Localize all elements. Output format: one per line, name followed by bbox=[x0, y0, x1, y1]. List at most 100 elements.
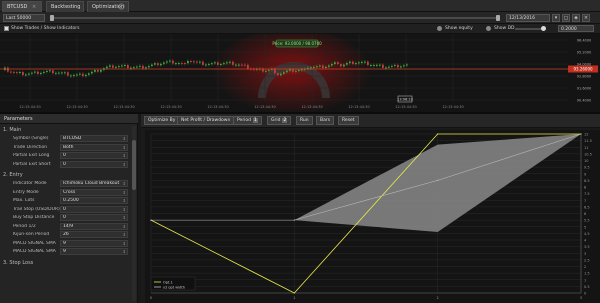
candle bbox=[49, 70, 51, 72]
show-trades-checkbox[interactable] bbox=[4, 26, 9, 31]
parameters-scrollbar-thumb[interactable] bbox=[132, 140, 136, 190]
calendar-icon[interactable]: ▾ bbox=[552, 14, 560, 22]
optimize-by-label: Optimize By bbox=[148, 118, 176, 123]
opacity-slider-track[interactable] bbox=[515, 28, 543, 30]
parameter-section-title[interactable]: 3. Stop Loss bbox=[3, 260, 33, 266]
candle bbox=[316, 66, 318, 68]
parameter-label: Trade Direction bbox=[13, 144, 48, 150]
candle bbox=[322, 65, 324, 69]
x-tick-label: 0 bbox=[150, 296, 152, 300]
parameter-section-title[interactable]: 1. Main bbox=[3, 127, 21, 133]
profit-drawdown-button[interactable]: Net Profit / Drawdown bbox=[177, 116, 235, 125]
parameter-value-field[interactable]: 0 ⇕ bbox=[60, 160, 128, 168]
parameters-header: Parameters bbox=[0, 114, 138, 124]
candle bbox=[394, 64, 396, 66]
parameter-value: Ichimoku Cloud Breakout bbox=[63, 181, 120, 186]
parameter-section-title[interactable]: 2. Entry bbox=[3, 172, 23, 178]
spinner-icon[interactable]: ⇕ bbox=[123, 153, 126, 158]
period-button[interactable]: Period 1 bbox=[233, 116, 262, 125]
spinner-icon[interactable]: ⇕ bbox=[123, 181, 126, 186]
parameter-value-field[interactable]: 14/9 ⇕ bbox=[60, 222, 128, 230]
spinner-icon[interactable]: ⇕ bbox=[123, 207, 126, 212]
tab-backtesting[interactable]: Backtesting bbox=[46, 1, 84, 12]
dd-radio[interactable] bbox=[486, 26, 491, 31]
candle bbox=[19, 71, 21, 73]
parameter-value-field[interactable]: BTCUSD ⇕ bbox=[60, 135, 128, 142]
spinner-icon[interactable]: ⇕ bbox=[123, 198, 126, 203]
parameters-scrollbar[interactable] bbox=[132, 126, 136, 301]
optimization-chart[interactable]: 1211.51110.5109.598.587.576.565.554.543.… bbox=[145, 130, 600, 303]
y-tick-label: 1 bbox=[584, 278, 586, 282]
candle bbox=[325, 66, 327, 69]
run-button[interactable]: Run bbox=[296, 116, 313, 125]
series-point bbox=[150, 219, 152, 221]
legend-label: x2 opt width bbox=[163, 285, 185, 289]
candle bbox=[364, 61, 366, 63]
reset-button[interactable]: Reset bbox=[338, 116, 359, 125]
zoom-icon[interactable]: ◻ bbox=[562, 14, 570, 22]
parameter-value-field[interactable]: Cross ⇕ bbox=[60, 188, 128, 196]
spinner-icon[interactable]: ⇕ bbox=[123, 249, 126, 254]
candle bbox=[313, 66, 315, 68]
candle bbox=[160, 63, 162, 66]
parameter-value-field[interactable]: Both ⇕ bbox=[60, 143, 128, 151]
candle bbox=[283, 72, 285, 74]
parameter-value-field[interactable]: 0 ⇕ bbox=[60, 214, 128, 221]
spinner-icon[interactable]: ⇕ bbox=[123, 145, 126, 150]
parameter-value-field[interactable]: 0 ⇕ bbox=[60, 152, 128, 159]
date-field-value: 12/13/2016 bbox=[509, 16, 535, 21]
candle bbox=[94, 70, 96, 72]
spinner-icon[interactable]: ⇕ bbox=[123, 136, 126, 141]
y-tick-label: 7.5 bbox=[584, 192, 590, 196]
price-chart[interactable]: Price: 93.0000 / 98.0700 93.26000 96.400… bbox=[0, 29, 600, 119]
optimize-by-button[interactable]: Optimize By bbox=[144, 116, 180, 125]
parameter-value-field[interactable]: 0.2500 ⇕ bbox=[60, 197, 128, 204]
tab-close-icon[interactable]: × bbox=[32, 4, 36, 10]
parameter-value-field[interactable]: 9 ⇕ bbox=[60, 239, 128, 247]
opacity-value-field[interactable]: 0.2000 bbox=[558, 25, 594, 32]
candle bbox=[400, 66, 402, 68]
candle bbox=[361, 61, 363, 63]
candle bbox=[52, 70, 54, 74]
spinner-icon[interactable]: ⇕ bbox=[123, 162, 126, 167]
candle bbox=[220, 63, 222, 65]
parameter-value-field[interactable]: 9 ⇕ bbox=[60, 248, 128, 255]
symbol-field[interactable]: Last 50000 bbox=[3, 14, 45, 22]
parameter-value-field[interactable]: 0 ⇕ bbox=[60, 205, 128, 213]
candle bbox=[352, 61, 354, 64]
settings-icon[interactable]: ◈ bbox=[572, 14, 580, 22]
timeline-slider-handle-left[interactable] bbox=[50, 15, 54, 21]
spinner-icon[interactable]: ⇕ bbox=[123, 215, 126, 220]
spinner-icon[interactable]: ⇕ bbox=[123, 232, 126, 237]
candle bbox=[373, 64, 375, 66]
timeline-slider-track[interactable] bbox=[50, 17, 498, 19]
candle bbox=[145, 67, 147, 69]
candle bbox=[151, 64, 153, 67]
parameter-value: 9 bbox=[63, 249, 66, 254]
tab-btcusd[interactable]: BTCUSD × bbox=[2, 1, 42, 12]
close-icon[interactable]: × bbox=[582, 14, 590, 22]
bars-button[interactable]: Bars bbox=[316, 116, 335, 125]
parameter-value-field[interactable]: Ichimoku Cloud Breakout ⇕ bbox=[60, 180, 128, 187]
grid-button[interactable]: Grid 2 bbox=[267, 116, 292, 125]
date-field[interactable]: 12/13/2016 bbox=[506, 14, 550, 22]
candle bbox=[25, 74, 27, 76]
spinner-icon[interactable]: ⇕ bbox=[123, 224, 126, 229]
y-tick-label: 10 bbox=[584, 159, 588, 163]
candle bbox=[76, 74, 78, 76]
parameter-label: Max. Lots bbox=[13, 198, 35, 203]
equity-radio[interactable] bbox=[437, 26, 442, 31]
y-tick-label: 1.5 bbox=[584, 272, 590, 276]
parameter-value-field[interactable]: 26 ⇕ bbox=[60, 231, 128, 238]
y-tick-label: 7 bbox=[584, 199, 586, 203]
candle bbox=[355, 63, 357, 65]
spinner-icon[interactable]: ⇕ bbox=[123, 190, 126, 195]
spinner-icon[interactable]: ⇕ bbox=[123, 241, 126, 246]
price-chart-canvas[interactable]: Price: 93.0000 / 98.0700 93.26000 96.400… bbox=[0, 29, 600, 119]
candle bbox=[31, 72, 33, 74]
toolbar: Last 50000 12/13/2016 ▾ ◻ ◈ × bbox=[0, 12, 600, 24]
opacity-slider-knob[interactable] bbox=[541, 26, 546, 31]
candle bbox=[7, 67, 9, 72]
timeline-slider-handle-right[interactable] bbox=[496, 15, 500, 21]
candle bbox=[163, 62, 165, 64]
